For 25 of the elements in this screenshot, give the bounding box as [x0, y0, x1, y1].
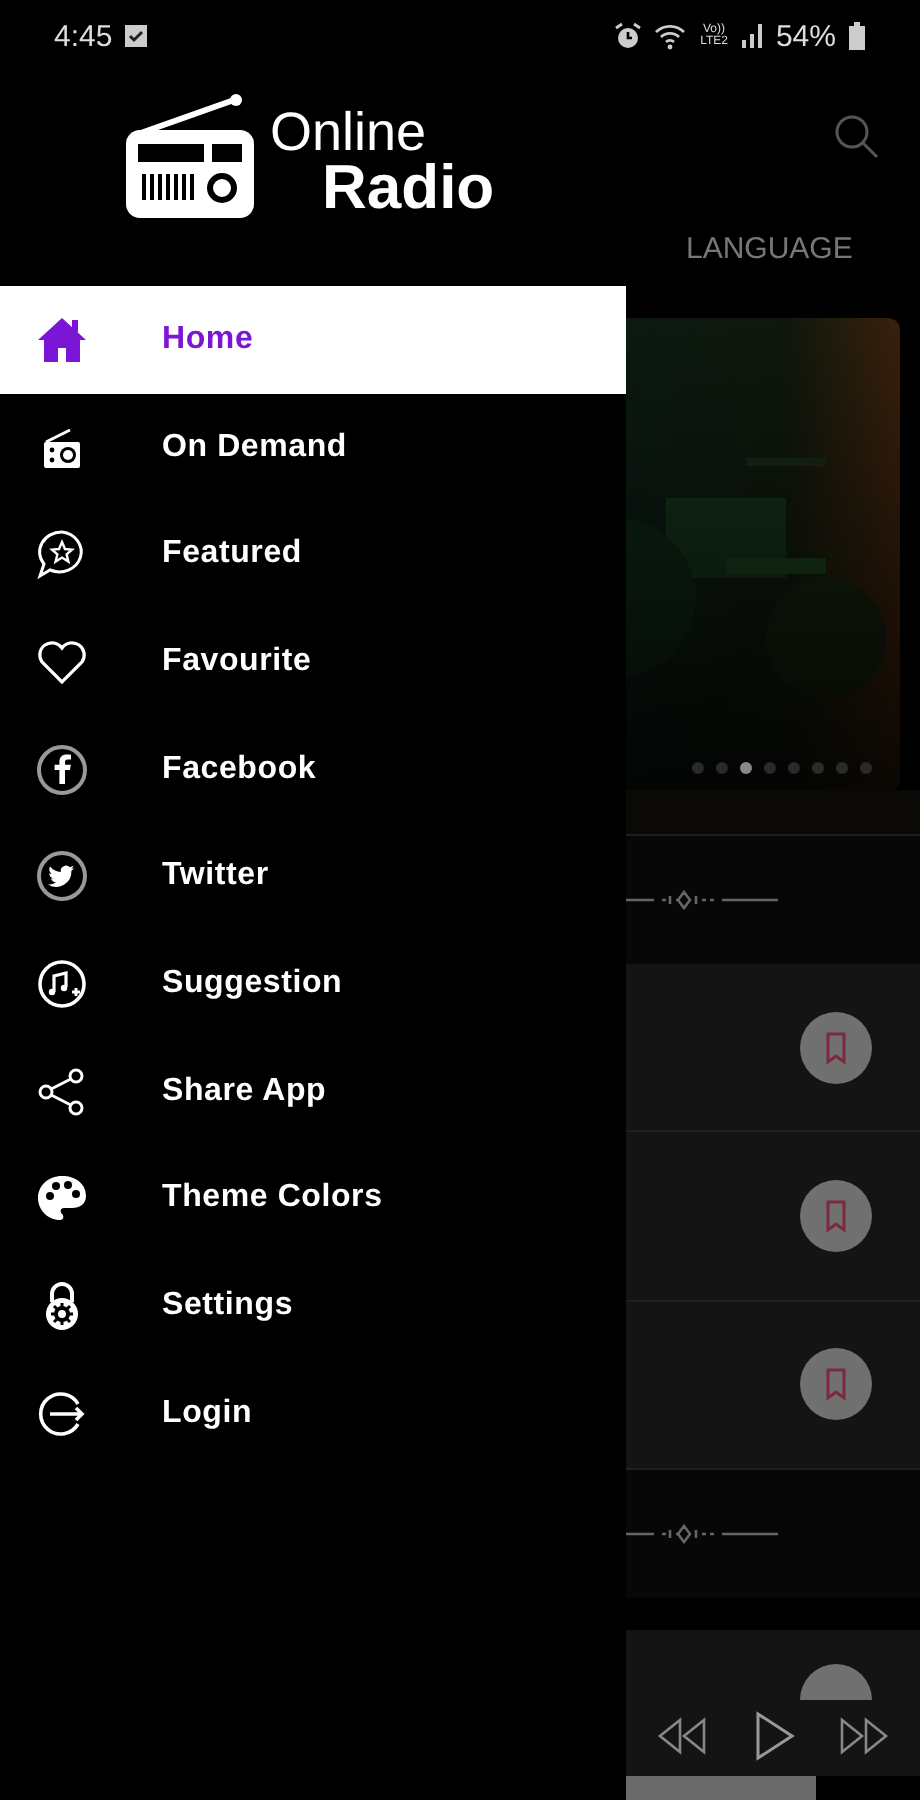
bookmark-button[interactable] [800, 1179, 872, 1252]
bookmark-button[interactable] [800, 1011, 872, 1084]
checkbox-notification-icon [124, 24, 149, 48]
bookmark-button[interactable] [800, 1664, 872, 1701]
login-icon [36, 1387, 88, 1440]
logo-text: Online [270, 106, 429, 158]
home-icon [36, 313, 88, 366]
language-tab[interactable]: LANGUAGE [686, 231, 853, 266]
bookmark-button[interactable] [800, 1348, 872, 1421]
share-icon [36, 1065, 88, 1118]
logo-text: Radio [322, 158, 495, 218]
heart-icon [36, 635, 88, 688]
menu-item[interactable]: Home [0, 286, 626, 394]
search-icon[interactable] [832, 111, 880, 160]
signal-icon [739, 22, 764, 50]
twitter-icon [36, 850, 88, 903]
palette-icon [36, 1172, 88, 1225]
battery-icon [848, 22, 866, 50]
star-speech-bubble-icon [36, 528, 88, 581]
battery-percent: 54% [775, 19, 836, 53]
wifi-icon [654, 22, 689, 50]
radio-logo-icon [126, 94, 254, 218]
status-time: 4:45 [54, 19, 113, 53]
music-note-plus-icon [36, 957, 88, 1010]
facebook-icon [36, 743, 88, 796]
